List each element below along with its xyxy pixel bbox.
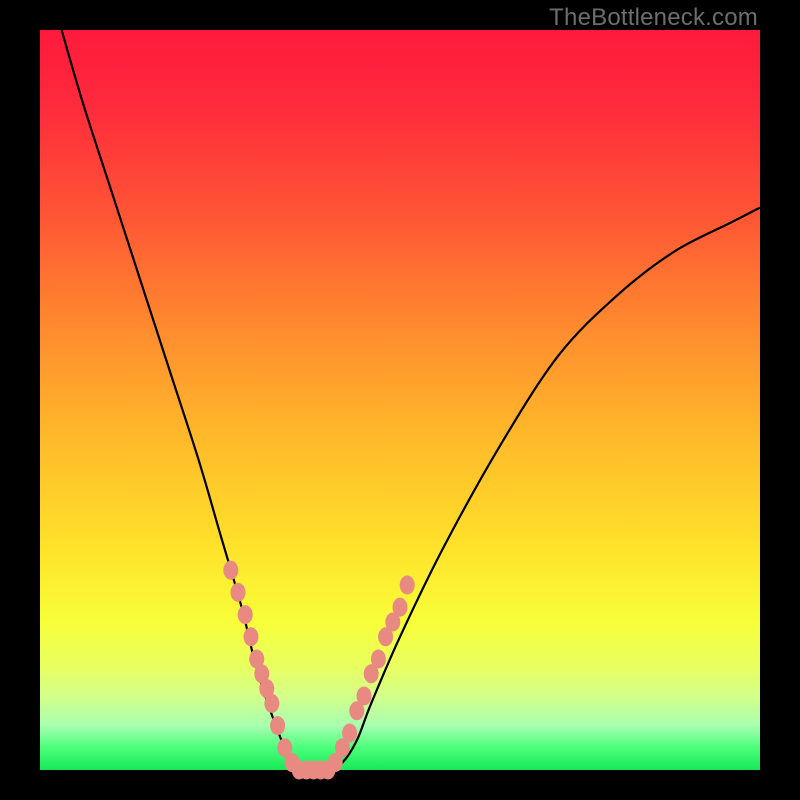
marker-dot	[342, 724, 357, 743]
plot-area	[40, 30, 760, 770]
marker-dot	[238, 605, 253, 624]
curve-svg	[40, 30, 760, 770]
marker-dot	[371, 650, 386, 669]
marker-dot	[357, 687, 372, 706]
marker-dot	[264, 694, 279, 713]
watermark: TheBottleneck.com	[549, 4, 758, 32]
marker-dot	[393, 598, 408, 617]
marker-dot	[400, 576, 415, 595]
marker-dot	[270, 716, 285, 735]
marker-dot	[231, 583, 246, 602]
marker-dot	[243, 627, 258, 646]
marker-dot	[223, 561, 238, 580]
bottleneck-curve	[62, 30, 760, 772]
chart-frame: TheBottleneck.com	[0, 0, 800, 800]
